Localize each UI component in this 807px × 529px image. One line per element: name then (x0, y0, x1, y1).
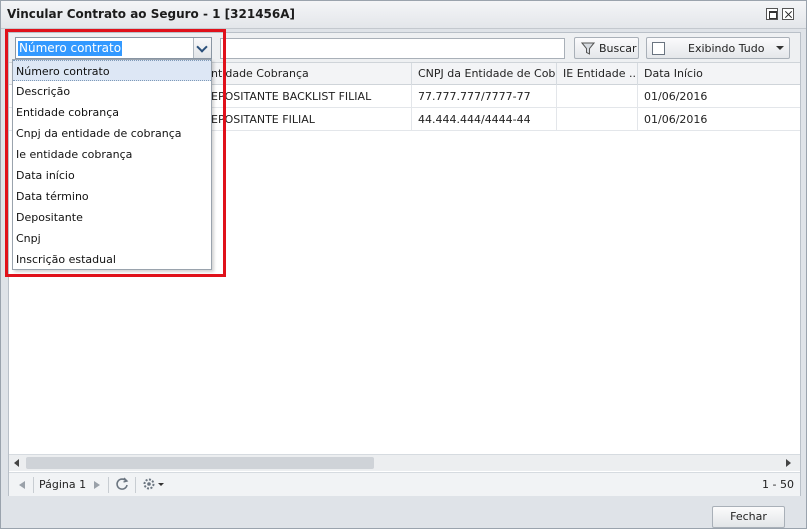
view-icon (652, 42, 665, 55)
divider (108, 477, 109, 493)
filter-field-dropdown: Número contrato Descrição Entidade cobra… (12, 59, 212, 270)
search-button[interactable]: Buscar (574, 37, 639, 59)
search-input[interactable] (220, 38, 565, 59)
pagination-bar: Página 1 1 - 50 (9, 472, 800, 496)
search-button-label: Buscar (599, 42, 637, 55)
previous-page-icon[interactable] (19, 481, 25, 489)
chevron-down-icon (776, 46, 784, 50)
cell-ie (557, 108, 638, 131)
dropdown-option-entidade-cobranca[interactable]: Entidade cobrança (13, 102, 211, 123)
scrollbar-thumb[interactable] (26, 457, 374, 469)
column-header-data-inicio[interactable]: Data Início (638, 63, 800, 85)
dropdown-option-descricao[interactable]: Descrição (13, 81, 211, 102)
close-button[interactable]: Fechar (712, 506, 785, 528)
gear-icon[interactable] (142, 477, 168, 491)
display-all-label: Exibindo Tudo (688, 42, 765, 55)
filter-field-value: Número contrato (18, 41, 123, 56)
dropdown-option-data-inicio[interactable]: Data início (13, 165, 211, 186)
column-header-ie[interactable]: IE Entidade ... (557, 63, 638, 85)
dropdown-option-inscricao-estadual[interactable]: Inscrição estadual (13, 249, 211, 270)
cell-data-inicio: 01/06/2016 (644, 90, 708, 103)
scroll-left-icon[interactable] (14, 459, 19, 467)
filter-icon (581, 42, 595, 55)
page-label: Página 1 (39, 478, 87, 491)
cell-entidade: EPOSITANTE FILIAL (205, 108, 412, 131)
dropdown-option-data-termino[interactable]: Data término (13, 186, 211, 207)
column-header-cnpj[interactable]: CNPJ da Entidade de Cob... (412, 63, 557, 85)
dropdown-option-cnpj-entidade[interactable]: Cnpj da entidade de cobrança (13, 123, 211, 144)
title-bar: Vincular Contrato ao Seguro - 1 [321456A… (1, 1, 806, 29)
refresh-icon[interactable] (115, 477, 129, 491)
dropdown-option-cnpj[interactable]: Cnpj (13, 228, 211, 249)
dropdown-option-depositante[interactable]: Depositante (13, 207, 211, 228)
display-all-button[interactable]: Exibindo Tudo (646, 37, 790, 59)
next-page-icon[interactable] (94, 481, 100, 489)
window-title: Vincular Contrato ao Seguro - 1 [321456A… (7, 7, 296, 21)
scroll-right-icon[interactable] (786, 459, 791, 467)
column-header-entidade[interactable]: ntidade Cobrança (205, 63, 412, 85)
cell-data-inicio: 01/06/2016 (644, 113, 708, 126)
maximize-icon[interactable] (766, 8, 778, 20)
cell-entidade: EPOSITANTE BACKLIST FILIAL (205, 85, 412, 108)
divider (33, 477, 34, 493)
cell-cnpj: 44.444.444/4444-44 (412, 108, 557, 131)
dropdown-option-ie-entidade[interactable]: Ie entidade cobrança (13, 144, 211, 165)
page-range: 1 - 50 (762, 478, 794, 491)
cell-cnpj: 77.777.777/7777-77 (412, 85, 557, 108)
horizontal-scrollbar[interactable] (9, 454, 800, 471)
close-icon[interactable] (782, 8, 794, 20)
divider (135, 477, 136, 493)
dropdown-option-numero-contrato[interactable]: Número contrato (13, 60, 211, 81)
dialog-window: Vincular Contrato ao Seguro - 1 [321456A… (0, 0, 807, 529)
chevron-down-icon[interactable] (193, 38, 211, 58)
cell-ie (557, 85, 638, 108)
filter-field-combo[interactable]: Número contrato (15, 37, 212, 59)
